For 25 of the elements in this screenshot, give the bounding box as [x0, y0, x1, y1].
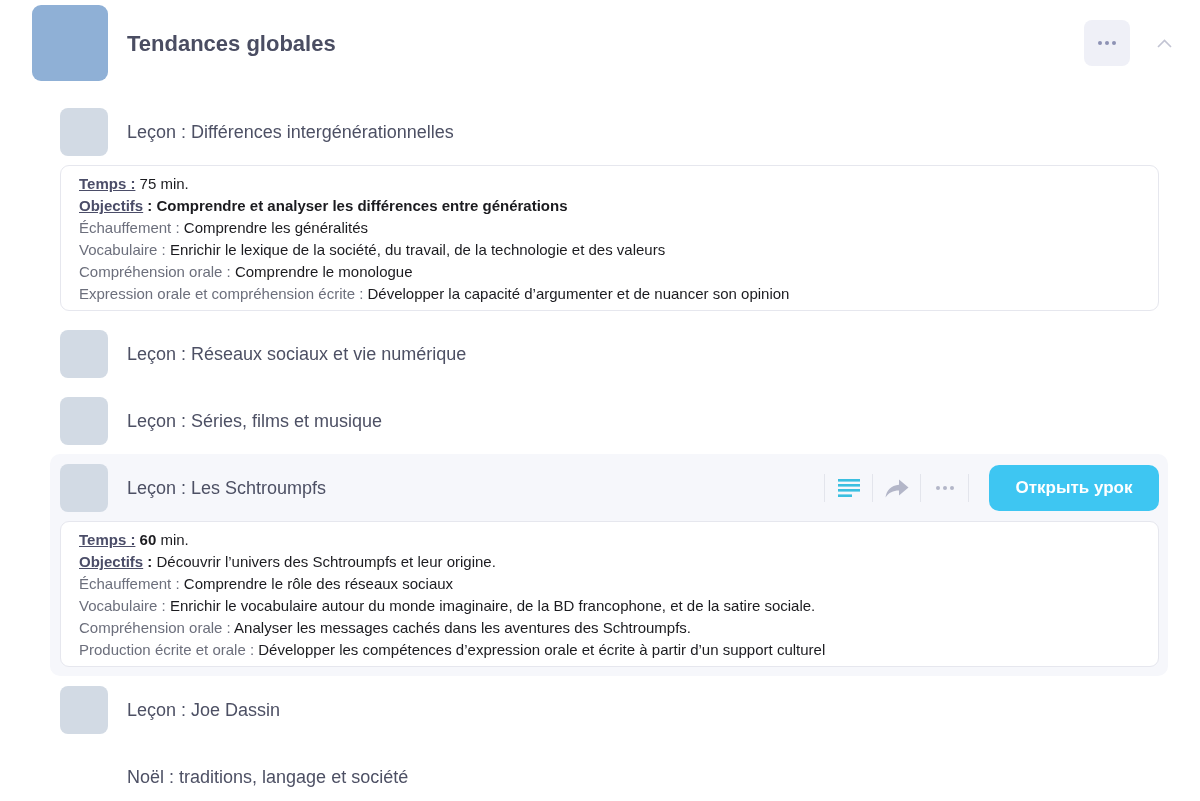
detail-line: Vocabulaire : Enrichir le lexique de la société, du travail, de la technologie et des valeurs: [79, 240, 667, 260]
detail-line: Compréhension orale : Comprendre le monologue: [79, 262, 414, 282]
course-title: Tendances globales: [127, 29, 336, 58]
lesson-title[interactable]: Noël : traditions, langage et société: [127, 763, 409, 791]
lesson-title[interactable]: Leçon : Joe Dassin: [127, 696, 281, 724]
lines-icon: [837, 479, 860, 497]
detail-line: Compréhension orale : Analyser les messages cachés dans les aventures des Schtroumpfs.: [79, 618, 692, 638]
detail-line: Vocabulaire : Enrichir le vocabulaire autour du monde imaginaire, de la BD francophone, et de la satire sociale.: [79, 596, 817, 616]
detail-line: Objectifs : Découvrir l’univers des Schtroumpfs et leur origine.: [79, 552, 497, 572]
detail-line: Temps : 75 min.: [79, 174, 190, 194]
lesson-title[interactable]: Leçon : Différences intergénérationnelles: [127, 118, 454, 146]
more-icon: [1098, 41, 1116, 45]
detail-line: Temps : 60 min.: [79, 530, 190, 550]
detail-line: Expression orale et compréhension écrite : Développer la capacité d’argumenter et de nuancer son opinion: [79, 284, 791, 304]
detail-line: Échauffement : Comprendre les généralités: [79, 218, 370, 238]
more-icon: [935, 486, 954, 490]
more-button[interactable]: [1084, 20, 1130, 66]
lesson-title[interactable]: Leçon : Séries, films et musique: [127, 407, 383, 435]
share-arrow-icon: [884, 478, 909, 498]
lesson-title[interactable]: Leçon : Les Schtroumpfs: [127, 474, 327, 502]
detail-line: Production écrite et orale : Développer les compétences d’expression orale et écrite à partir d’un support culturel: [79, 640, 827, 660]
chevron-up-icon[interactable]: [1157, 38, 1172, 48]
lesson-title[interactable]: Leçon : Réseaux sociaux et vie numérique: [127, 340, 467, 368]
detail-line: Objectifs : Comprendre et analyser les différences entre générations: [79, 196, 569, 216]
detail-line: Échauffement : Comprendre le rôle des réseaux sociaux: [79, 574, 455, 594]
